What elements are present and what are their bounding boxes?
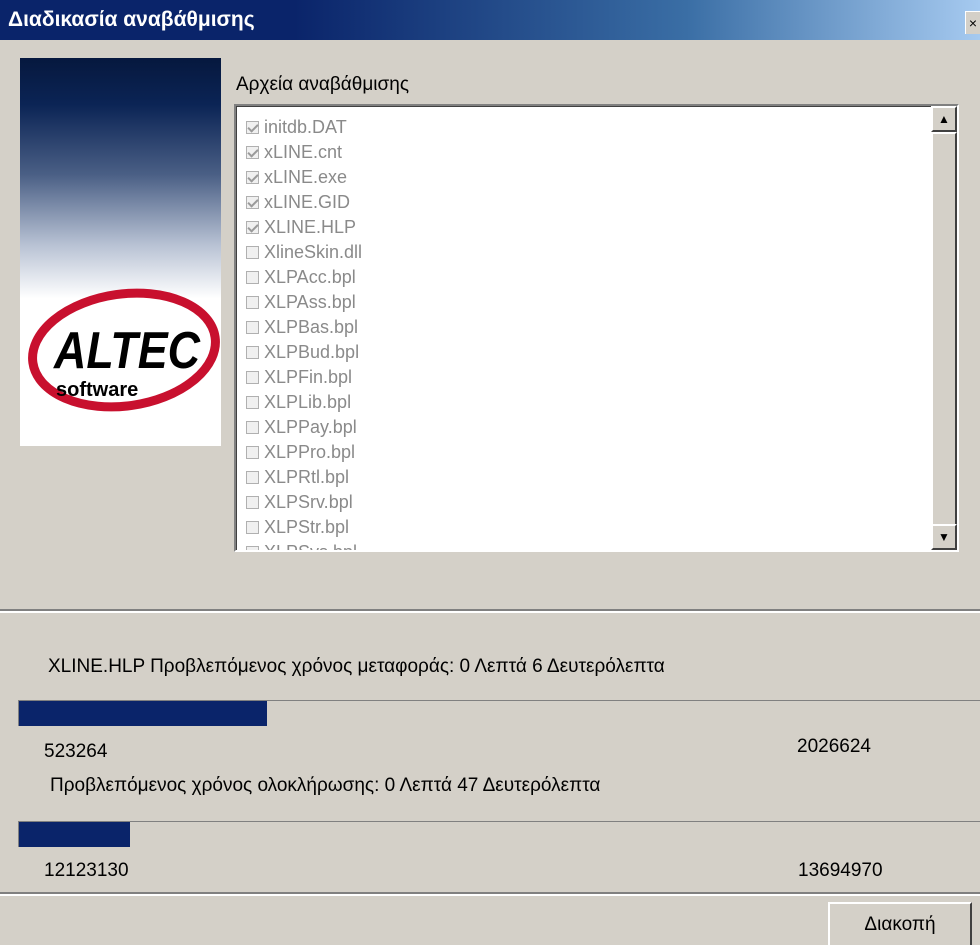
file-name: XLPAss.bpl xyxy=(264,292,356,312)
file-checkbox[interactable] xyxy=(246,421,259,434)
file-bytes-current: 523264 xyxy=(44,741,108,762)
file-list-item[interactable]: XLPPro.bpl xyxy=(246,440,362,465)
file-progress-bar xyxy=(18,700,980,726)
file-bytes-total: 2026624 xyxy=(797,736,871,757)
file-list-item[interactable]: XLPRtl.bpl xyxy=(246,465,362,490)
overall-bytes-current: 12123130 xyxy=(44,860,129,881)
overall-bytes-total: 13694970 xyxy=(798,860,883,881)
file-name: XLPFin.bpl xyxy=(264,367,353,387)
file-list-item[interactable]: xLINE.exe xyxy=(246,165,362,190)
file-list-item[interactable]: XLPAss.bpl xyxy=(246,290,362,315)
arrow-down-icon: ▼ xyxy=(938,530,950,544)
file-checkbox[interactable] xyxy=(246,446,259,459)
file-checkbox[interactable] xyxy=(246,546,259,550)
file-list-item[interactable]: initdb.DAT xyxy=(246,115,362,140)
file-name: XLPBas.bpl xyxy=(264,317,359,337)
file-name: XlineSkin.dll xyxy=(264,242,363,262)
close-button[interactable]: × xyxy=(965,11,980,34)
file-name: initdb.DAT xyxy=(264,117,347,137)
files-label: Αρχεία αναβάθμισης xyxy=(236,74,409,95)
file-checkbox[interactable] xyxy=(246,221,259,234)
scroll-down-button[interactable]: ▼ xyxy=(931,524,957,550)
file-list-item[interactable]: XLPBud.bpl xyxy=(246,340,362,365)
file-transfer-status: XLINE.HLP Προβλεπόμενος χρόνος μεταφοράς… xyxy=(48,656,665,677)
overall-progress-bar xyxy=(18,821,980,847)
file-name: XLPPro.bpl xyxy=(264,442,356,462)
file-list-item[interactable]: XLPAcc.bpl xyxy=(246,265,362,290)
file-checkbox[interactable] xyxy=(246,171,259,184)
overall-status: Προβλεπόμενος χρόνος ολοκλήρωσης: 0 Λεπτ… xyxy=(50,775,601,796)
file-checkbox[interactable] xyxy=(246,371,259,384)
scroll-thumb[interactable] xyxy=(931,132,957,538)
scroll-up-button[interactable]: ▲ xyxy=(931,106,957,132)
file-name: XLPAcc.bpl xyxy=(264,267,356,287)
overall-progress-fill xyxy=(19,822,130,847)
file-list-item[interactable]: XLPSrv.bpl xyxy=(246,490,362,515)
file-checkbox[interactable] xyxy=(246,471,259,484)
file-list-item[interactable]: XLPBas.bpl xyxy=(246,315,362,340)
file-list-item[interactable]: XLINE.HLP xyxy=(246,215,362,240)
file-checkbox[interactable] xyxy=(246,496,259,509)
file-name: XLPBud.bpl xyxy=(264,342,360,362)
file-checkbox[interactable] xyxy=(246,121,259,134)
altec-logo: ALTEC software xyxy=(28,288,220,412)
logo-panel: ALTEC software xyxy=(20,58,221,446)
close-icon: × xyxy=(968,15,978,31)
logo-brand: ALTEC xyxy=(52,322,201,380)
file-checkbox[interactable] xyxy=(246,146,259,159)
logo-tagline: software xyxy=(56,379,138,401)
file-checkbox[interactable] xyxy=(246,246,259,259)
window-title: Διαδικασία αναβάθμισης xyxy=(8,8,255,31)
file-list-item[interactable]: xLINE.GID xyxy=(246,190,362,215)
file-checkbox[interactable] xyxy=(246,196,259,209)
cancel-button[interactable]: Διακοπή xyxy=(828,902,972,945)
file-checkbox[interactable] xyxy=(246,346,259,359)
separator-bottom xyxy=(0,892,980,896)
file-listbox[interactable]: initdb.DAT xLINE.cnt xLINE.exe xLINE.GID XLI… xyxy=(234,104,959,552)
vertical-scrollbar[interactable]: ▲ ▼ xyxy=(931,106,957,550)
file-checkbox[interactable] xyxy=(246,521,259,534)
file-name: XLINE.HLP xyxy=(264,217,357,237)
file-name: xLINE.cnt xyxy=(264,142,343,162)
file-name: XLPSys.bpl xyxy=(264,542,358,552)
file-name: XLPRtl.bpl xyxy=(264,467,350,487)
file-name: xLINE.exe xyxy=(264,167,348,187)
separator xyxy=(0,609,980,613)
file-checkbox[interactable] xyxy=(246,296,259,309)
file-progress-fill xyxy=(19,701,267,726)
file-name: XLPPay.bpl xyxy=(264,417,357,437)
file-list-item[interactable]: XLPPay.bpl xyxy=(246,415,362,440)
file-name: XLPStr.bpl xyxy=(264,517,350,537)
file-checkbox[interactable] xyxy=(246,396,259,409)
file-list-item[interactable]: XLPStr.bpl xyxy=(246,515,362,540)
file-list-item[interactable]: XLPSys.bpl xyxy=(246,540,362,552)
file-name: XLPSrv.bpl xyxy=(264,492,353,512)
file-name: xLINE.GID xyxy=(264,192,351,212)
file-checkbox[interactable] xyxy=(246,321,259,334)
file-list-item[interactable]: XlineSkin.dll xyxy=(246,240,362,265)
title-bar: Διαδικασία αναβάθμισης × xyxy=(0,0,980,40)
file-list-item[interactable]: XLPLib.bpl xyxy=(246,390,362,415)
arrow-up-icon: ▲ xyxy=(938,112,950,126)
file-list: initdb.DAT xLINE.cnt xLINE.exe xLINE.GID XLI… xyxy=(246,115,362,552)
file-name: XLPLib.bpl xyxy=(264,392,352,412)
file-list-item[interactable]: XLPFin.bpl xyxy=(246,365,362,390)
file-list-item[interactable]: xLINE.cnt xyxy=(246,140,362,165)
file-checkbox[interactable] xyxy=(246,271,259,284)
